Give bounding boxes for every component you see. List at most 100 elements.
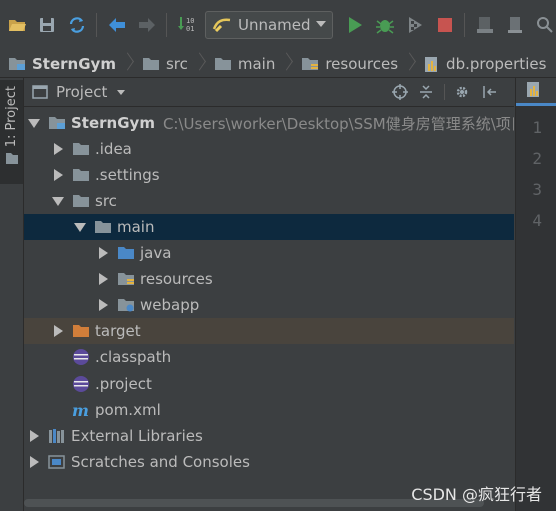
eclipse-file-icon [72,376,90,392]
excluded-folder-icon [72,323,90,339]
collapse-arrow-icon[interactable] [74,221,86,233]
tree-item-project[interactable]: .project [24,371,514,397]
tree-item-label: .idea [95,140,132,158]
tree-item-idea[interactable]: .idea [24,136,514,162]
tree-item-label: target [95,322,141,340]
project-tab-label: 1: Project [4,86,19,148]
locate-icon[interactable] [392,84,408,100]
run-icon[interactable] [344,14,366,36]
tree-item-scratches[interactable]: Scratches and Consoles [24,449,514,475]
tree-item-label: .classpath [95,348,172,366]
tree-item-classpath[interactable]: .classpath [24,344,514,370]
folder-icon [214,56,232,72]
forward-arrow-icon[interactable] [136,14,158,36]
module-folder-icon [48,115,66,131]
gear-icon[interactable] [454,84,470,100]
breadcrumb-item-src[interactable]: src [134,50,206,77]
project-folder-icon [8,56,26,72]
collapse-arrow-icon[interactable] [28,117,40,129]
resources-folder-icon [301,56,319,72]
tree-item-label: java [140,244,172,262]
coverage-icon[interactable] [404,14,426,36]
tree-item-label: webapp [140,296,200,314]
tree-item-resources[interactable]: resources [24,266,514,292]
tree-item-root[interactable]: SternGym C:\Users\worker\Desktop\SSM健身房管… [24,110,514,136]
breadcrumb: SternGym src main resources db.propertie… [0,50,556,78]
expand-arrow-icon[interactable] [52,325,64,337]
resources-folder-icon [117,271,135,287]
project-view-selector[interactable]: Project [32,83,126,101]
tree-item-label: main [117,218,155,236]
tree-item-pom[interactable]: m pom.xml [24,397,514,423]
tree-item-label: resources [140,270,213,288]
build-icon[interactable]: 10 01 [176,14,198,36]
breadcrumb-item-project[interactable]: SternGym [0,50,134,77]
save-icon[interactable] [36,14,58,36]
stop-icon[interactable] [434,14,456,36]
project-tree: SternGym C:\Users\worker\Desktop\SSM健身房管… [24,109,514,484]
breadcrumb-item-main[interactable]: main [206,50,293,77]
tree-item-label: .settings [95,166,160,184]
breadcrumb-label: main [237,54,276,73]
expand-arrow-icon[interactable] [28,430,40,442]
line-number: 2 [532,149,542,168]
tree-item-settings[interactable]: .settings [24,162,514,188]
folder-icon [94,219,112,235]
svg-text:m: m [72,402,89,418]
tree-item-java[interactable]: java [24,240,514,266]
folder-icon [142,56,160,72]
scratches-icon [48,454,66,470]
main-toolbar: 10 01 Unnamed [0,0,556,51]
tree-item-webapp[interactable]: webapp [24,292,514,318]
breadcrumb-label: SternGym [32,54,116,73]
editor-area: 1 2 3 4 [515,78,556,511]
tree-item-external-libraries[interactable]: External Libraries [24,423,514,449]
sync-icon[interactable] [66,14,88,36]
hide-panel-icon[interactable] [482,84,498,100]
panel-title: Project [56,83,108,101]
tree-item-src[interactable]: src [24,188,514,214]
back-arrow-icon[interactable] [106,14,128,36]
breadcrumb-item-resources[interactable]: resources [293,50,416,77]
web-folder-icon [117,297,135,313]
properties-file-icon [424,55,440,73]
project-tool-tab[interactable]: 1: Project [0,80,23,184]
expand-arrow-icon[interactable] [97,247,109,259]
run-config-label: Unnamed [238,16,311,34]
debug-icon[interactable] [374,14,396,36]
expand-arrow-icon[interactable] [97,273,109,285]
expand-arrow-icon[interactable] [28,456,40,468]
svg-text:01: 01 [186,25,194,33]
tree-item-label: Scratches and Consoles [71,453,250,471]
run-config-dropdown[interactable]: Unnamed [205,11,333,39]
tree-item-target[interactable]: target [24,318,514,344]
chevron-down-icon [117,89,126,95]
collapse-all-icon[interactable] [418,84,434,100]
project-panel-header: Project [24,78,514,107]
sdk-icon[interactable] [504,14,526,36]
expand-arrow-icon[interactable] [97,299,109,311]
tree-item-main[interactable]: main [24,214,514,240]
expand-arrow-icon[interactable] [52,169,64,181]
expand-arrow-icon[interactable] [52,143,64,155]
breadcrumb-item-db-properties[interactable]: db.properties [416,50,556,77]
tree-item-label: pom.xml [95,401,161,419]
tree-item-path: C:\Users\worker\Desktop\SSM健身房管理系统\项目 [162,114,514,133]
tool-window-strip: 1: Project [0,78,24,511]
library-icon [48,428,66,444]
breadcrumb-label: db.properties [446,54,547,73]
folder-icon [72,141,90,157]
open-folder-icon[interactable] [6,14,28,36]
collapse-arrow-icon[interactable] [52,195,64,207]
project-tab-icon [5,151,19,169]
line-number-gutter: 1 2 3 4 [516,106,556,511]
properties-file-icon [526,80,542,102]
breadcrumb-label: src [165,54,188,73]
project-structure-icon[interactable] [474,14,496,36]
tree-item-label: .project [95,375,152,393]
search-icon[interactable] [534,14,556,36]
tree-item-label: External Libraries [71,427,203,445]
line-number: 3 [532,180,542,199]
folder-icon [72,193,90,209]
editor-tab[interactable] [516,78,556,106]
